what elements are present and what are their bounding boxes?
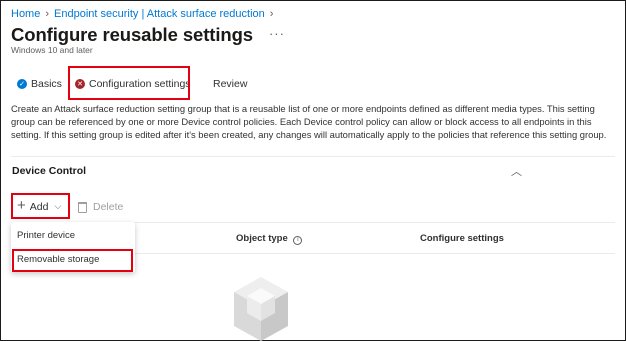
info-icon[interactable]: i [293, 236, 303, 245]
breadcrumb-home[interactable]: Home [11, 8, 40, 20]
delete-button-label: Delete [93, 201, 124, 213]
highlight-add-button [11, 193, 70, 219]
description-text: Create an Attack surface reduction setti… [11, 103, 607, 141]
section-title-device-control: Device Control [12, 165, 87, 177]
column-header-configure-settings[interactable]: Configure settings [420, 233, 504, 244]
highlight-configuration-settings [68, 66, 190, 100]
page-subtitle: Windows 10 and later [11, 45, 93, 55]
column-header-object-type[interactable]: Object type i [236, 233, 303, 245]
breadcrumb: Home › Endpoint security | Attack surfac… [11, 8, 273, 20]
divider [11, 156, 615, 157]
window-frame [0, 0, 626, 341]
tab-basics-label: Basics [31, 78, 62, 90]
tab-review[interactable]: Review [213, 78, 247, 90]
delete-button[interactable]: Delete [78, 201, 123, 213]
tab-basics[interactable]: ✓ Basics [17, 78, 62, 90]
chevron-up-icon[interactable]: ︿ [511, 163, 522, 179]
page-title: Configure reusable settings [11, 24, 253, 45]
breadcrumb-attack-surface-reduction[interactable]: Endpoint security | Attack surface reduc… [54, 8, 265, 20]
column-header-object-type-label: Object type [236, 233, 288, 244]
more-options-button[interactable]: ··· [269, 26, 285, 41]
empty-state-cube-illustration [234, 277, 288, 341]
tab-review-label: Review [213, 78, 248, 90]
menu-item-printer-device[interactable]: Printer device [17, 230, 75, 241]
breadcrumb-chevron-icon: › [45, 8, 50, 20]
breadcrumb-chevron-icon: › [269, 8, 274, 20]
trash-icon [78, 201, 87, 213]
check-circle-icon: ✓ [17, 79, 27, 89]
highlight-removable-storage [12, 249, 133, 272]
title-row: Configure reusable settings ··· [11, 24, 285, 46]
toolbar: + Add ⌵ Delete [0, 192, 626, 222]
